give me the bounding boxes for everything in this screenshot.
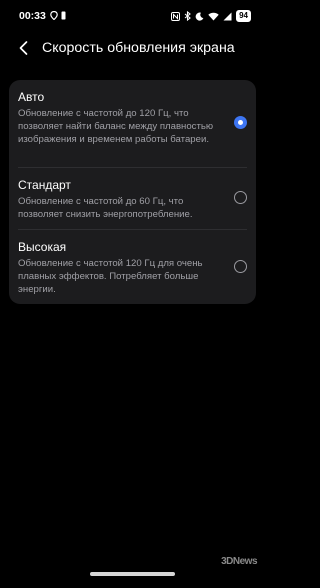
watermark-logo: 3DNews [221,556,257,567]
home-indicator[interactable] [90,572,175,576]
option-title: Высокая [18,240,67,254]
battery-indicator: 94 [236,10,251,22]
refresh-rate-options-card: Авто Обновление с частотой до 120 Гц, чт… [9,80,256,304]
option-title: Авто [18,90,45,104]
option-standard[interactable]: Стандарт Обновление с частотой до 60 Гц,… [9,168,256,230]
option-description: Обновление с частотой до 60 Гц, что позв… [18,196,193,220]
radio-button[interactable] [234,260,247,273]
header: Скорость обновления экрана [0,36,265,62]
radio-button-selected[interactable] [234,116,247,129]
page-title: Скорость обновления экрана [42,40,235,56]
option-high[interactable]: Высокая Обновление с частотой 120 Гц для… [9,230,256,304]
sim-card-icon [61,11,66,20]
bluetooth-icon [184,11,191,21]
option-title: Стандарт [18,178,71,192]
location-icon [50,11,58,20]
option-auto[interactable]: Авто Обновление с частотой до 120 Гц, чт… [9,80,256,160]
wifi-icon [208,12,219,20]
nfc-icon [171,11,181,21]
back-arrow-icon[interactable] [17,39,31,57]
status-left-icons [50,11,66,20]
status-right-icons: 94 [171,10,251,22]
status-time: 00:33 [19,10,46,22]
moon-icon [195,12,204,21]
status-bar: 00:33 94 [0,0,265,30]
signal-icon [223,12,232,20]
option-description: Обновление с частотой 120 Гц для очень п… [18,258,203,295]
radio-button[interactable] [234,191,247,204]
option-description: Обновление с частотой до 120 Гц, что поз… [18,108,214,145]
